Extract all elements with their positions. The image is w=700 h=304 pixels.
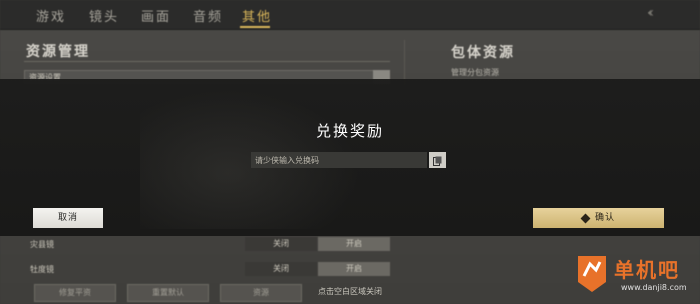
tab-graphics[interactable]: 画面: [141, 6, 171, 25]
toggle-off-option[interactable]: 关闭: [245, 237, 317, 251]
cancel-button[interactable]: 取消: [33, 208, 103, 228]
tab-audio[interactable]: 音频: [193, 6, 223, 25]
tab-camera[interactable]: 镜头: [89, 6, 119, 25]
package-resources-title: 包体资源: [451, 45, 515, 61]
paste-button[interactable]: [429, 152, 446, 168]
dialog-title: 兑换奖励: [315, 122, 384, 140]
setting-row-label: 灾县镜: [30, 240, 54, 249]
tab-game[interactable]: 游戏: [36, 6, 66, 25]
confirm-button[interactable]: 确认: [533, 208, 664, 228]
redeem-code-input[interactable]: [251, 152, 427, 168]
toggle-on-option[interactable]: 开启: [318, 237, 390, 251]
redeem-dialog: 兑换奖励 取消 确认: [0, 79, 700, 236]
watermark-url: www.danji8.com: [621, 283, 687, 292]
toggle-on-option[interactable]: 开启: [318, 262, 390, 276]
package-resources-subtitle: 管理分包资源: [451, 68, 499, 77]
watermark-text: 单机吧: [614, 258, 680, 282]
top-nav-bar: 游戏 镜头 画面 音频 其他 ‹‹: [0, 0, 700, 30]
setting-row-label: 牡度镜: [30, 265, 54, 274]
paste-icon: [433, 151, 442, 170]
toggle-off-option[interactable]: 关闭: [245, 262, 317, 276]
confirm-label: 确认: [594, 213, 615, 223]
tab-other[interactable]: 其他: [242, 6, 272, 25]
resource-management-title: 资源管理: [26, 44, 90, 60]
section-divider: [24, 61, 390, 62]
diamond-icon: [580, 213, 591, 223]
active-tab-indicator: [240, 26, 270, 28]
watermark-logo: [574, 254, 610, 294]
double-chevron-left-icon[interactable]: ‹‹: [647, 5, 654, 21]
